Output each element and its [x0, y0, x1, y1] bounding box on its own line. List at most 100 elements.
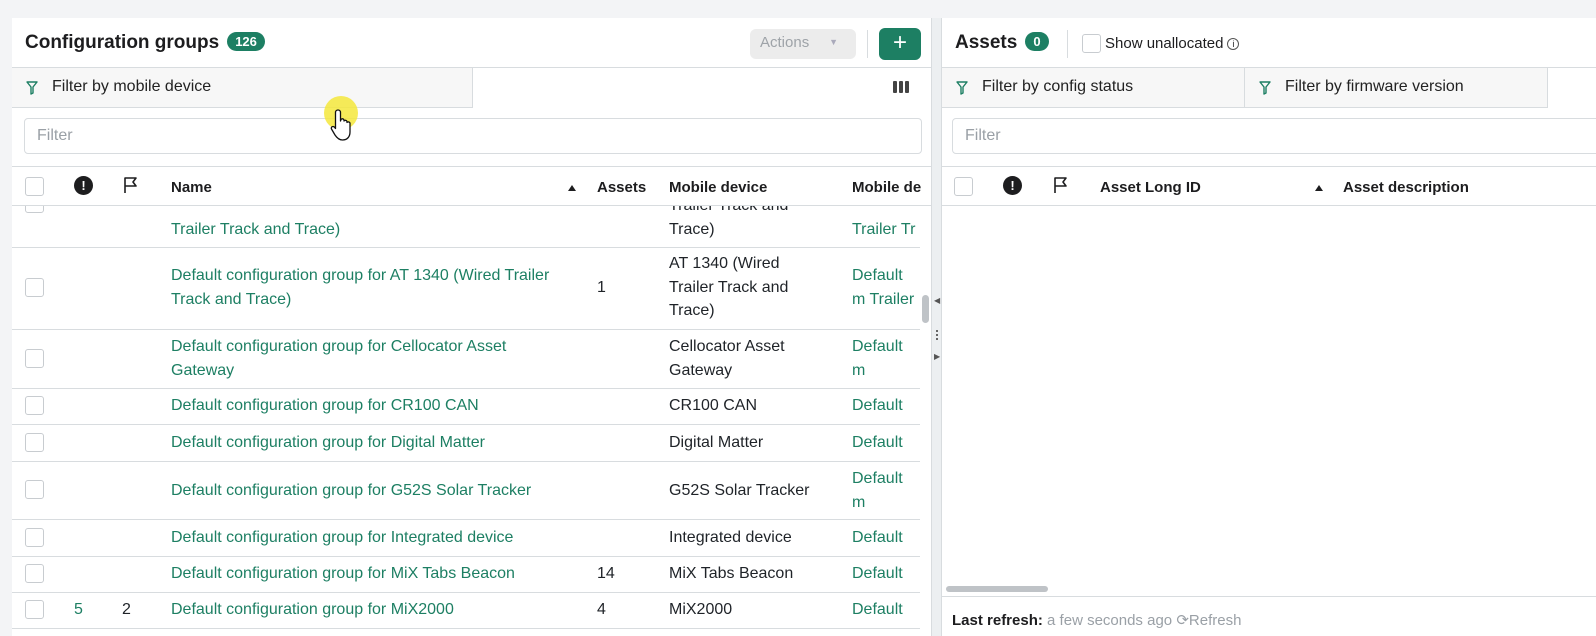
column-header-assets[interactable]: Assets: [597, 179, 646, 196]
table-row[interactable]: Default configuration group for G52S Sol…: [12, 462, 920, 520]
group-name-link[interactable]: Default configuration group for AT 1340 …: [171, 264, 581, 311]
group-name-link[interactable]: Default configuration group for Cellocat…: [171, 335, 551, 382]
count-badge: 126: [227, 32, 265, 51]
assets-count: 14: [597, 565, 615, 582]
show-unallocated-label: Show unallocated: [1105, 35, 1224, 52]
filter-input[interactable]: Filter: [24, 118, 922, 154]
filter-by-firmware-version[interactable]: Filter by firmware version: [1245, 68, 1548, 108]
column-header-asset-long-id[interactable]: Asset Long ID: [1100, 179, 1201, 196]
add-button[interactable]: +: [879, 28, 921, 60]
mobile-description[interactable]: Default m: [852, 562, 920, 586]
row-checkbox[interactable]: [25, 480, 44, 499]
actions-button[interactable]: Actions ▼: [750, 29, 856, 59]
last-refresh-label: Last refresh:: [952, 612, 1043, 629]
table-body: 1 Trailer Track and Trace) 1 Trailer Tra…: [12, 206, 920, 636]
show-unallocated-toggle[interactable]: Show unallocated i: [1082, 34, 1240, 53]
mobile-device: MiX2000: [669, 601, 733, 618]
mobile-description[interactable]: Default m: [852, 526, 920, 550]
filter-bar: Filter by mobile device: [12, 68, 931, 108]
row-checkbox[interactable]: [25, 600, 44, 619]
divider: [867, 30, 868, 58]
mobile-description[interactable]: Default m Tracker: [852, 467, 920, 515]
vertical-scrollbar[interactable]: [922, 295, 929, 323]
count-badge: 0: [1025, 32, 1049, 51]
panel-header: Assets 0 Show unallocated i: [942, 18, 1596, 68]
table-row[interactable]: Default configuration group for AT 1340 …: [12, 248, 920, 330]
group-name-link[interactable]: Trailer Track and Trace): [171, 218, 340, 242]
assets-count: 1: [597, 206, 606, 214]
alert-icon: !: [74, 176, 93, 195]
page: Configuration groups 126 Actions ▼ + Filt…: [0, 0, 1596, 636]
group-name-link[interactable]: Default configuration group for Digital …: [171, 431, 485, 455]
mobile-description[interactable]: Default m: [852, 598, 920, 622]
select-all-checkbox[interactable]: [25, 177, 44, 196]
panel-title: Assets 0: [955, 32, 1049, 54]
select-all-checkbox[interactable]: [954, 177, 973, 196]
mobile-description[interactable]: Trailer Tr: [852, 218, 920, 242]
column-header-mobile-description[interactable]: Mobile de: [852, 179, 922, 196]
panel-resize-handle[interactable]: ◀ ▶: [931, 18, 942, 636]
filter-chip-label: Filter by firmware version: [1285, 78, 1464, 95]
row-checkbox[interactable]: [25, 564, 44, 583]
collapse-left-icon[interactable]: ◀: [934, 296, 940, 305]
collapse-right-icon[interactable]: ▶: [934, 352, 940, 361]
show-unallocated-checkbox[interactable]: [1082, 34, 1101, 53]
row-checkbox[interactable]: [25, 206, 44, 213]
refresh-icon[interactable]: ⟳: [1176, 612, 1189, 629]
filter-input[interactable]: Filter: [952, 118, 1596, 154]
flag-count: 2: [122, 601, 131, 618]
table-header: ! Name Assets Mobile device Mobile de: [12, 166, 931, 206]
row-checkbox[interactable]: [25, 528, 44, 547]
column-header-name[interactable]: Name: [171, 179, 212, 196]
filter-by-mobile-device[interactable]: Filter by mobile device: [12, 68, 473, 108]
mobile-description[interactable]: Default m Trailer Tr: [852, 264, 920, 312]
flag-icon: [124, 177, 137, 193]
grip-icon: [936, 330, 938, 340]
group-name-link[interactable]: Default configuration group for CR100 CA…: [171, 394, 479, 418]
table-row[interactable]: Default configuration group for MiX Tabs…: [12, 557, 920, 593]
table-header: ! Asset Long ID Asset description: [942, 166, 1596, 206]
row-checkbox[interactable]: [25, 396, 44, 415]
table-row[interactable]: 5 2 Default configuration group for MiX2…: [12, 593, 920, 629]
column-header-mobile-device[interactable]: Mobile device: [669, 179, 767, 196]
filter-bar: Filter by config status Filter by firmwa…: [942, 68, 1596, 108]
table-row[interactable]: Default configuration group for Integrat…: [12, 520, 920, 557]
mobile-device: Digital Matter: [669, 434, 764, 451]
table-row[interactable]: Default configuration group for Cellocat…: [12, 330, 920, 389]
row-checkbox[interactable]: [25, 278, 44, 297]
info-icon[interactable]: i: [1227, 38, 1240, 50]
group-name-link[interactable]: Default configuration group for Integrat…: [171, 526, 513, 550]
mobile-device: CR100 CAN: [669, 397, 758, 414]
status-footer: Last refresh: a few seconds ago ⟳Refresh: [942, 596, 1596, 636]
mobile-description[interactable]: Default m: [852, 431, 920, 455]
group-name-link[interactable]: Default configuration group for G52S Sol…: [171, 479, 531, 503]
configuration-groups-panel: Configuration groups 126 Actions ▼ + Filt…: [12, 18, 931, 636]
alert-count[interactable]: 5: [74, 598, 83, 622]
row-checkbox[interactable]: [25, 349, 44, 368]
assets-panel: Assets 0 Show unallocated i Filter by conf…: [942, 18, 1596, 636]
group-name-link[interactable]: Default configuration group for MiX Tabs…: [171, 562, 515, 586]
mobile-device: Integrated device: [669, 529, 792, 546]
filter-chip-label: Filter by config status: [982, 78, 1134, 95]
table-row[interactable]: Default configuration group for CR100 CA…: [12, 389, 920, 425]
table-row[interactable]: Default configuration group for Digital …: [12, 425, 920, 462]
chevron-down-icon: ▼: [829, 37, 838, 47]
mobile-description[interactable]: Default m: [852, 394, 920, 418]
panel-title-text: Configuration groups: [25, 32, 220, 53]
refresh-button[interactable]: Refresh: [1189, 612, 1242, 629]
table-row[interactable]: 1 Trailer Track and Trace) 1 Trailer Tra…: [12, 206, 920, 248]
group-name-link[interactable]: Default configuration group for MiX2000: [171, 598, 454, 622]
filter-chip-label: Filter by mobile device: [52, 78, 212, 95]
filter-icon: [26, 81, 38, 95]
filter-by-config-status[interactable]: Filter by config status: [942, 68, 1245, 108]
filter-icon: [1259, 81, 1271, 95]
last-refresh-time: a few seconds ago: [1047, 612, 1173, 629]
row-checkbox[interactable]: [25, 433, 44, 452]
mobile-description[interactable]: Default m Gateway: [852, 335, 920, 383]
divider: [1067, 30, 1068, 58]
alert-count[interactable]: 1: [74, 206, 83, 214]
columns-icon[interactable]: [892, 80, 910, 94]
mobile-device: G52S Solar Tracker: [669, 482, 810, 499]
column-header-asset-description[interactable]: Asset description: [1343, 179, 1469, 196]
horizontal-scrollbar[interactable]: [946, 586, 1048, 592]
